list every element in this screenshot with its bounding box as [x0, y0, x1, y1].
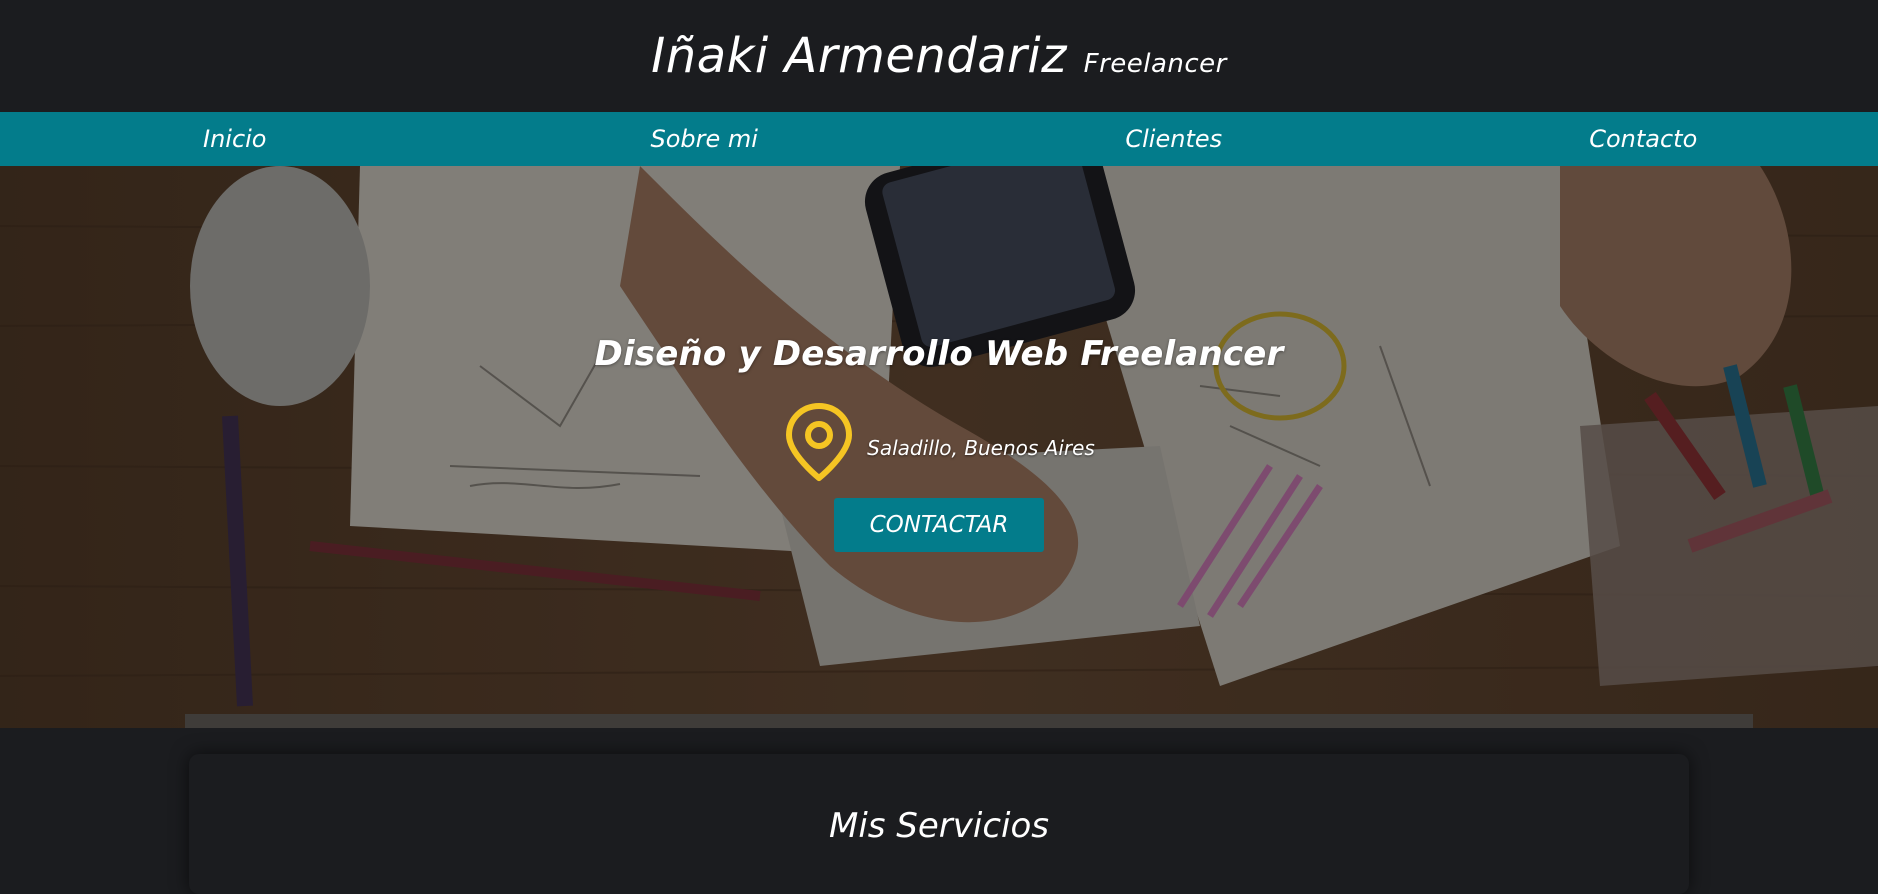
- nav-item-inicio[interactable]: Inicio: [0, 125, 470, 153]
- brand-name: Iñaki Armendariz: [651, 28, 1067, 84]
- location-text: Saladillo, Buenos Aires: [867, 436, 1095, 460]
- nav-item-contacto[interactable]: Contacto: [1409, 125, 1878, 153]
- brand-tagline: Freelancer: [1084, 49, 1227, 79]
- location-row: Saladillo, Buenos Aires: [783, 402, 1095, 484]
- site-header: Iñaki Armendariz Freelancer: [0, 0, 1878, 112]
- site-title: Iñaki Armendariz Freelancer: [651, 28, 1227, 84]
- services-title: Mis Servicios: [189, 754, 1689, 846]
- hero-title: Diseño y Desarrollo Web Freelancer: [595, 334, 1284, 374]
- hero-content: Diseño y Desarrollo Web Freelancer Salad…: [0, 334, 1878, 552]
- contact-button[interactable]: CONTACTAR: [834, 498, 1044, 552]
- main-nav: Inicio Sobre mi Clientes Contacto: [0, 112, 1878, 166]
- map-pin-icon: [783, 402, 855, 484]
- hero-section: Diseño y Desarrollo Web Freelancer Salad…: [0, 166, 1878, 728]
- nav-item-sobre-mi[interactable]: Sobre mi: [470, 125, 940, 153]
- nav-item-clientes[interactable]: Clientes: [939, 125, 1409, 153]
- services-section: Mis Servicios: [189, 754, 1689, 894]
